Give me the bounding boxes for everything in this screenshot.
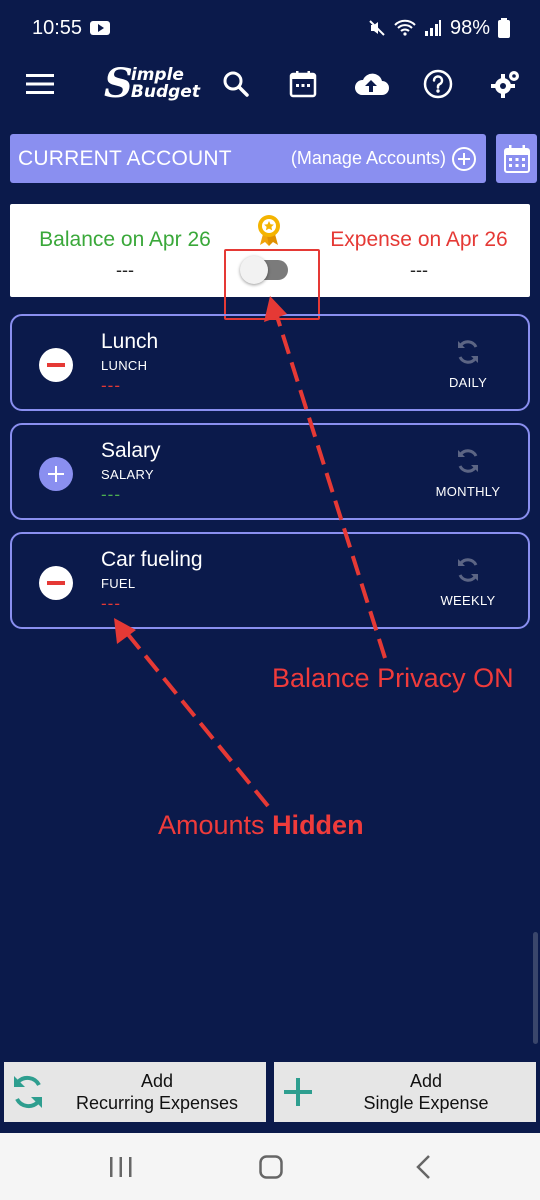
recurring-item-card[interactable]: Salary SALARY --- MONTHLY [10, 423, 530, 520]
add-single-expense-button[interactable]: Add Single Expense [274, 1062, 536, 1122]
back-icon[interactable] [414, 1154, 434, 1180]
calendar-icon [503, 144, 530, 173]
recent-apps-icon[interactable] [108, 1155, 134, 1179]
repeat-icon [458, 558, 478, 582]
annotation-privacy: Balance Privacy ON [272, 663, 514, 693]
item-amount: --- [101, 376, 121, 395]
add-recurring-expenses-button[interactable]: Add Recurring Expenses [4, 1062, 266, 1122]
single-button-line1: Add [409, 1071, 443, 1091]
battery-percent: 98% [449, 16, 490, 39]
item-amount: --- [101, 594, 121, 613]
balance-value: --- [116, 260, 134, 280]
scrollbar[interactable] [533, 932, 538, 1044]
balance-label: Balance on Apr 26 [39, 228, 211, 251]
app-bar: S imple Budget [0, 56, 540, 112]
add-circle-icon [452, 146, 476, 171]
annotation-highlight-box [224, 249, 320, 320]
expense-minus-icon [39, 566, 73, 600]
youtube-notification-icon [90, 21, 111, 35]
income-plus-icon [39, 457, 73, 491]
item-title: Lunch [101, 330, 159, 353]
signal-icon [424, 20, 441, 36]
calendar-icon[interactable] [285, 66, 321, 102]
award-badge-icon[interactable] [256, 214, 282, 251]
help-icon[interactable] [420, 66, 456, 102]
repeat-indicator: WEEKLY [432, 556, 504, 608]
recurring-item-card[interactable]: Lunch LUNCH --- DAILY [10, 314, 530, 411]
manage-accounts-label: (Manage Accounts) [290, 148, 446, 168]
search-icon[interactable] [218, 66, 254, 102]
expense-minus-icon [39, 348, 73, 382]
status-time: 10:55 [32, 16, 83, 39]
mute-icon [369, 20, 385, 36]
account-name: CURRENT ACCOUNT [18, 146, 232, 170]
single-button-line2: Single Expense [363, 1093, 489, 1113]
system-nav-bar [0, 1133, 540, 1200]
settings-icon[interactable] [488, 66, 524, 102]
repeat-indicator: MONTHLY [432, 447, 504, 499]
repeat-icon [458, 340, 478, 364]
status-bar: 10:55 98% [0, 0, 540, 56]
recurring-button-line1: Add [140, 1071, 174, 1091]
plus-icon [284, 1078, 312, 1106]
battery-icon [498, 18, 510, 38]
recurring-item-card[interactable]: Car fueling FUEL --- WEEKLY [10, 532, 530, 629]
home-icon[interactable] [258, 1154, 284, 1180]
repeat-icon [14, 1075, 42, 1109]
repeat-frequency: WEEKLY [440, 593, 496, 608]
account-selector[interactable]: CURRENT ACCOUNT (Manage Accounts) [10, 134, 486, 183]
item-category: FUEL [101, 576, 136, 591]
cloud-upload-icon[interactable] [353, 66, 389, 102]
repeat-icon [458, 449, 478, 473]
manage-accounts-button[interactable]: (Manage Accounts) [290, 146, 476, 171]
item-amount: --- [101, 485, 121, 504]
repeat-frequency: DAILY [448, 375, 488, 390]
recurring-button-line2: Recurring Expenses [75, 1093, 239, 1113]
hidden-arrow-line [124, 630, 270, 808]
expense-label: Expense on Apr 26 [330, 228, 508, 251]
expense-value: --- [410, 260, 428, 280]
wifi-icon [394, 19, 416, 36]
item-category: SALARY [101, 467, 154, 482]
account-calendar-button[interactable] [496, 134, 537, 183]
item-title: Car fueling [101, 548, 203, 571]
repeat-frequency: MONTHLY [435, 484, 501, 499]
menu-icon[interactable] [22, 66, 58, 102]
app-logo: S imple Budget [104, 60, 200, 107]
annotation-amounts-hidden: Amounts Hidden [158, 810, 364, 840]
item-category: LUNCH [101, 358, 148, 373]
item-title: Salary [101, 439, 161, 462]
repeat-indicator: DAILY [432, 338, 504, 390]
